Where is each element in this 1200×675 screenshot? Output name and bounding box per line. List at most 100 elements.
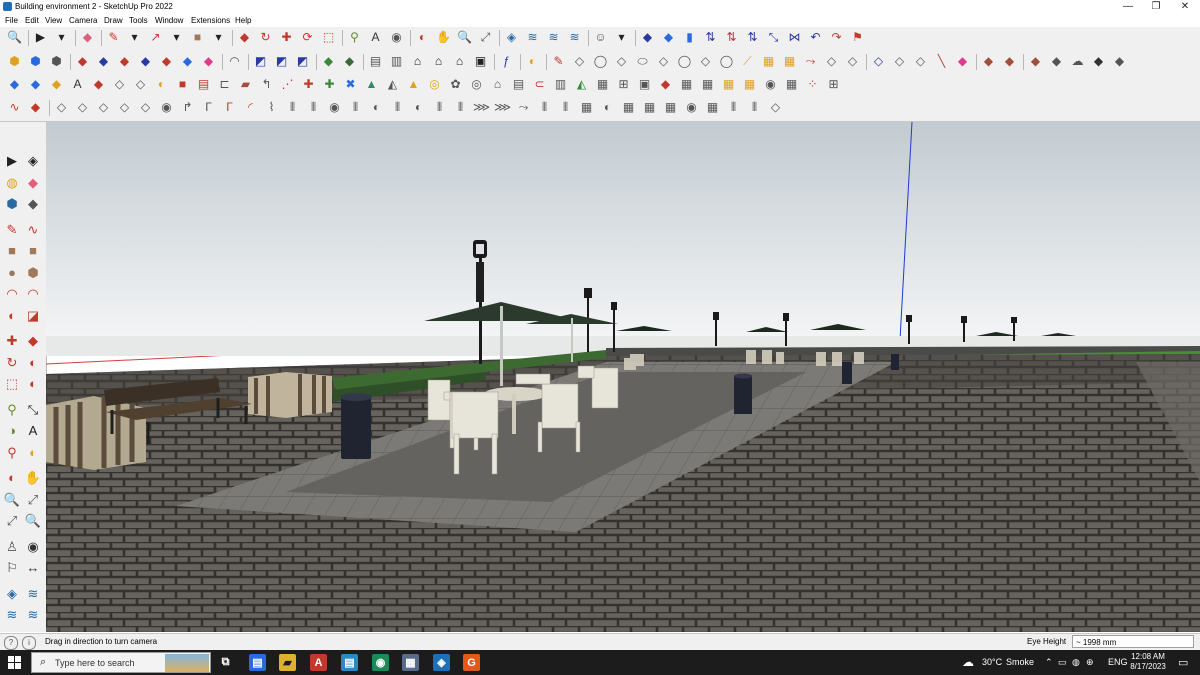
toolbar-tool-icon[interactable]: ⋙ <box>494 99 511 116</box>
toolbar-tool-icon[interactable]: ⁘ <box>804 76 821 93</box>
toolbar-tool-icon[interactable]: ◆ <box>48 76 65 93</box>
toolbar-tool-icon[interactable]: ↱ <box>179 99 196 116</box>
toolbar-tool-icon[interactable]: ⇅ <box>744 29 761 46</box>
toolbar-tool-icon[interactable]: ◇ <box>613 53 630 70</box>
large-tool-icon[interactable]: ◈ <box>24 152 42 170</box>
toolbar-tool-icon[interactable]: ∿ <box>6 99 23 116</box>
toolbar-tool-icon[interactable]: ▾ <box>53 29 70 46</box>
large-tool-icon[interactable]: ▶ <box>3 152 21 170</box>
toolbar-tool-icon[interactable]: ◇ <box>844 53 861 70</box>
menu-edit[interactable]: Edit <box>25 15 39 26</box>
toolbar-tool-icon[interactable]: ◐ <box>410 99 427 116</box>
toolbar-tool-icon[interactable]: ≋ <box>524 29 541 46</box>
toolbar-tool-icon[interactable]: ↷ <box>828 29 845 46</box>
toolbar-tool-icon[interactable]: ▲ <box>363 76 380 93</box>
large-tool-icon[interactable]: ⤢ <box>3 512 21 530</box>
toolbar-tool-icon[interactable]: ◉ <box>326 99 343 116</box>
toolbar-tool-icon[interactable]: ▦ <box>783 76 800 93</box>
toolbar-tool-icon[interactable]: ◇ <box>891 53 908 70</box>
toolbar-tool-icon[interactable]: ◩ <box>273 53 290 70</box>
taskbar-app-icon[interactable]: ◉ <box>372 654 389 671</box>
toolbar-tool-icon[interactable]: ◐ <box>368 99 385 116</box>
toolbar-tool-icon[interactable]: ◇ <box>697 53 714 70</box>
toolbar-tool-icon[interactable]: ◆ <box>79 29 96 46</box>
toolbar-tool-icon[interactable]: ⫴ <box>557 99 574 116</box>
toolbar-tool-icon[interactable]: ⇅ <box>702 29 719 46</box>
toolbar-tool-icon[interactable]: ⚑ <box>849 29 866 46</box>
toolbar-tool-icon[interactable]: ▾ <box>168 29 185 46</box>
large-tool-icon[interactable]: ⤢ <box>24 491 42 509</box>
toolbar-tool-icon[interactable]: ◇ <box>571 53 588 70</box>
toolbar-tool-icon[interactable]: ◈ <box>503 29 520 46</box>
large-tool-icon[interactable]: ↔ <box>24 559 42 577</box>
menu-tools[interactable]: Tools <box>129 15 148 26</box>
taskbar-search-box[interactable]: ⌕ Type here to search <box>31 652 211 673</box>
toolbar-tool-icon[interactable]: ◐ <box>524 53 541 70</box>
toolbar-tool-icon[interactable]: ⟋ <box>739 53 756 70</box>
toolbar-tool-icon[interactable]: ◭ <box>573 76 590 93</box>
toolbar-tool-icon[interactable]: ◇ <box>767 99 784 116</box>
show-hidden-icons[interactable]: ⌃ <box>1045 657 1053 668</box>
toolbar-tool-icon[interactable]: ◆ <box>1090 53 1107 70</box>
toolbar-tool-icon[interactable]: ▾ <box>613 29 630 46</box>
large-tool-icon[interactable]: ◐ <box>24 375 42 393</box>
large-tool-icon[interactable]: ◪ <box>24 307 42 325</box>
large-tool-icon[interactable]: ◆ <box>24 332 42 350</box>
notification-icon[interactable]: ▭ <box>1178 656 1188 669</box>
taskbar-app-icon[interactable]: ▤ <box>341 654 358 671</box>
toolbar-tool-icon[interactable]: ✖ <box>342 76 359 93</box>
toolbar-tool-icon[interactable]: ◆ <box>95 53 112 70</box>
toolbar-tool-icon[interactable]: ◆ <box>657 76 674 93</box>
toolbar-tool-icon[interactable]: ✎ <box>550 53 567 70</box>
volume-icon[interactable]: ⊕ <box>1086 657 1094 668</box>
toolbar-tool-icon[interactable]: ■ <box>189 29 206 46</box>
menu-extensions[interactable]: Extensions <box>191 15 230 26</box>
toolbar-tool-icon[interactable]: ✚ <box>321 76 338 93</box>
large-tool-icon[interactable]: ⚲ <box>3 444 21 462</box>
large-tool-icon[interactable]: ◈ <box>3 585 21 603</box>
toolbar-tool-icon[interactable]: ◆ <box>320 53 337 70</box>
taskbar-app-icon[interactable]: ▤ <box>249 654 266 671</box>
large-tool-icon[interactable]: ♙ <box>3 538 21 556</box>
toolbar-tool-icon[interactable]: ◆ <box>236 29 253 46</box>
large-tool-icon[interactable]: ◆ <box>24 195 42 213</box>
toolbar-tool-icon[interactable]: ▤ <box>195 76 212 93</box>
large-tool-icon[interactable]: ● <box>3 264 21 282</box>
toolbar-tool-icon[interactable]: ⋰ <box>279 76 296 93</box>
toolbar-tool-icon[interactable]: ◆ <box>90 76 107 93</box>
toolbar-tool-icon[interactable]: ⚲ <box>346 29 363 46</box>
weather-temp[interactable]: 30°C <box>982 657 1002 667</box>
toolbar-tool-icon[interactable]: ⤳ <box>515 99 532 116</box>
toolbar-tool-icon[interactable]: ◯ <box>718 53 735 70</box>
toolbar-tool-icon[interactable]: ◜ <box>242 99 259 116</box>
toolbar-tool-icon[interactable]: ↶ <box>807 29 824 46</box>
toolbar-tool-icon[interactable]: ▦ <box>620 99 637 116</box>
toolbar-tool-icon[interactable]: ◉ <box>388 29 405 46</box>
toolbar-tool-icon[interactable]: ╲ <box>933 53 950 70</box>
toolbar-tool-icon[interactable]: ⊏ <box>216 76 233 93</box>
toolbar-tool-icon[interactable]: ▦ <box>704 99 721 116</box>
toolbar-tool-icon[interactable]: ⬢ <box>27 53 44 70</box>
toolbar-tool-icon[interactable]: ≋ <box>566 29 583 46</box>
toolbar-tool-icon[interactable]: ↰ <box>258 76 275 93</box>
large-tool-icon[interactable]: 🔍 <box>24 512 42 530</box>
toolbar-tool-icon[interactable]: ⫴ <box>746 99 763 116</box>
menu-help[interactable]: Help <box>235 15 251 26</box>
menu-camera[interactable]: Camera <box>69 15 97 26</box>
toolbar-tool-icon[interactable]: ✚ <box>300 76 317 93</box>
toolbar-tool-icon[interactable]: ◎ <box>426 76 443 93</box>
toolbar-tool-icon[interactable]: ↗ <box>147 29 164 46</box>
toolbar-tool-icon[interactable]: ▤ <box>510 76 527 93</box>
toolbar-tool-icon[interactable]: ◎ <box>468 76 485 93</box>
toolbar-tool-icon[interactable]: ◆ <box>200 53 217 70</box>
toolbar-tool-icon[interactable]: ◆ <box>137 53 154 70</box>
toolbar-tool-icon[interactable]: ◐ <box>153 76 170 93</box>
toolbar-tool-icon[interactable]: ▦ <box>641 99 658 116</box>
toolbar-tool-icon[interactable]: ◆ <box>1001 53 1018 70</box>
toolbar-tool-icon[interactable]: ◩ <box>294 53 311 70</box>
toolbar-tool-icon[interactable]: ◇ <box>912 53 929 70</box>
toolbar-tool-icon[interactable]: ⤳ <box>802 53 819 70</box>
toolbar-tool-icon[interactable]: ⤡ <box>765 29 782 46</box>
toolbar-tool-icon[interactable]: ▦ <box>781 53 798 70</box>
large-tool-icon[interactable]: ◠ <box>24 285 42 303</box>
